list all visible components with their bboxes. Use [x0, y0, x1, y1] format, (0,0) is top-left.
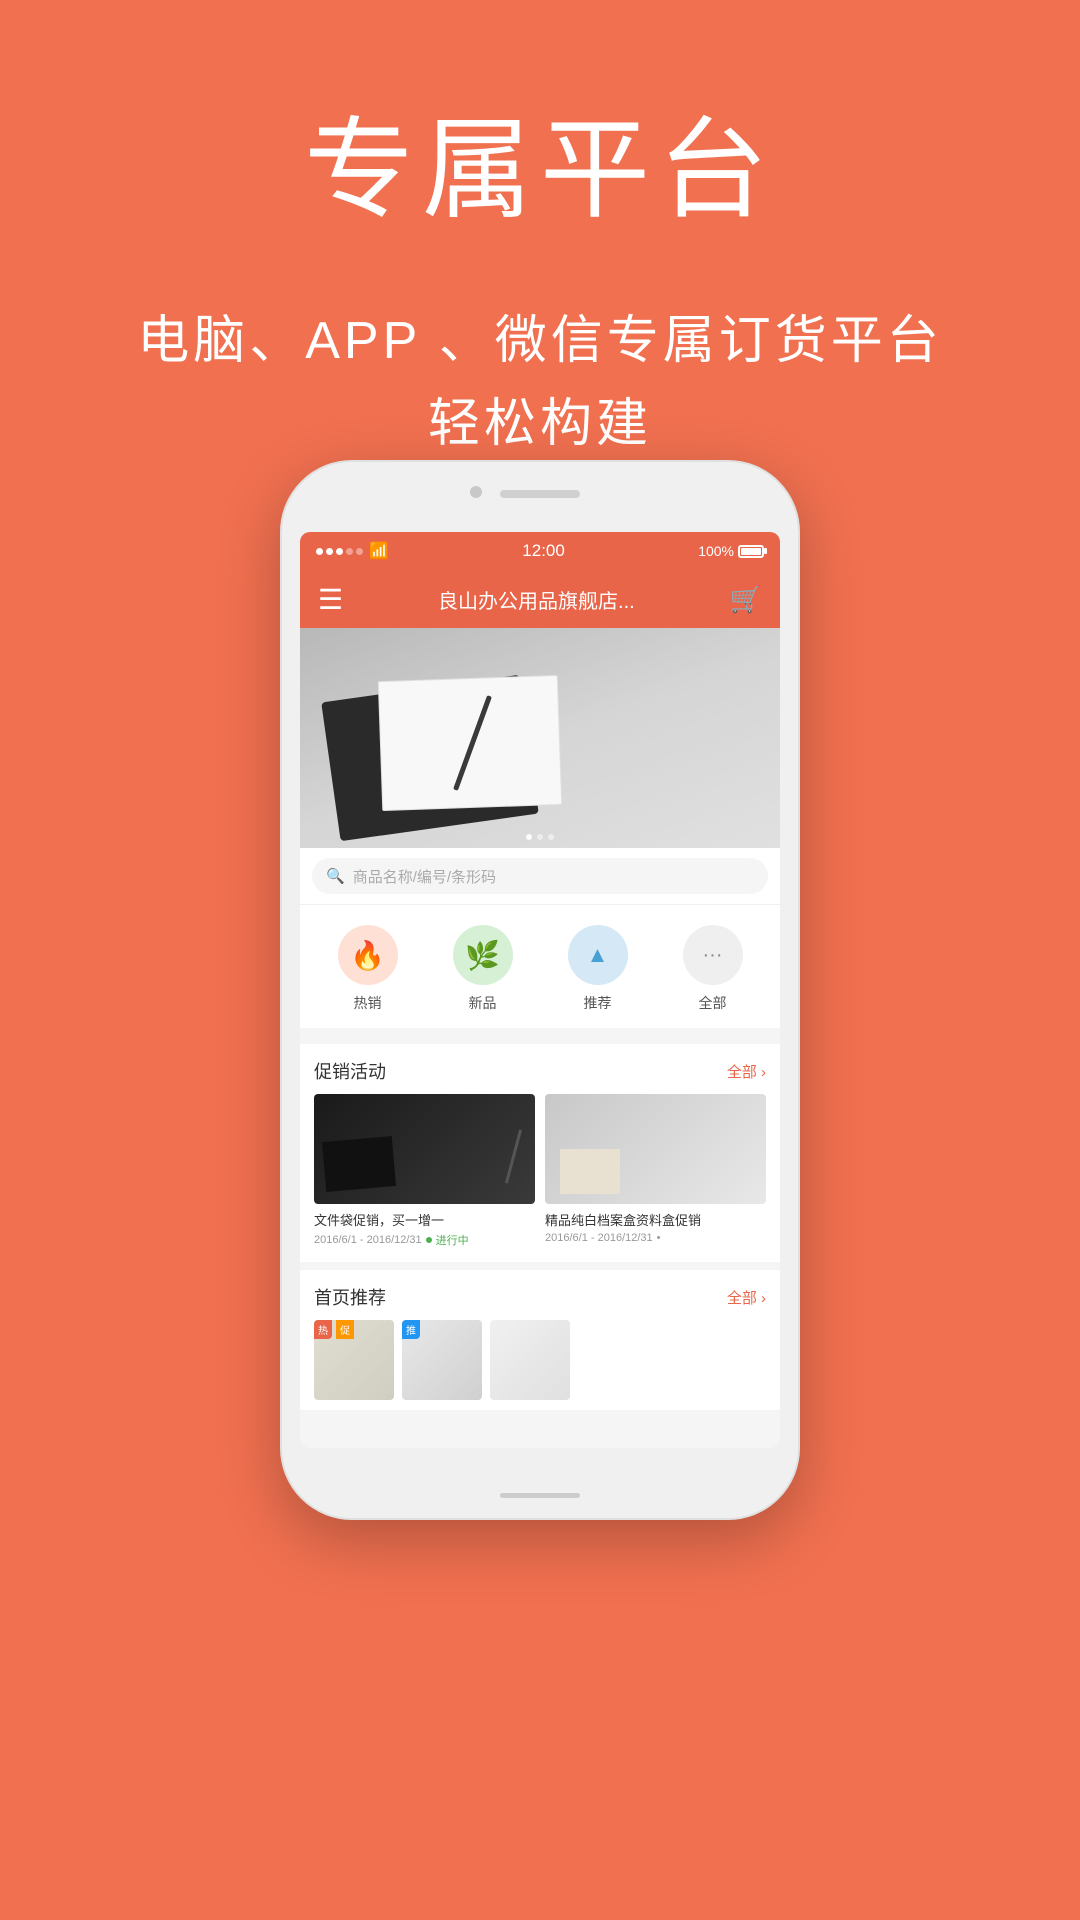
signal-dot-4 — [346, 548, 353, 555]
promotions-header: 促销活动 全部 › — [300, 1044, 780, 1094]
banner-product — [300, 628, 780, 848]
phone-screen: 📶 12:00 100% ☰ 良山办公用品旗舰店... 🛒 — [300, 532, 780, 1448]
signal-dot-3 — [336, 548, 343, 555]
phone-outer: 📶 12:00 100% ☰ 良山办公用品旗舰店... 🛒 — [280, 460, 800, 1520]
cart-icon[interactable]: 🛒 — [730, 584, 762, 615]
promo-item-1[interactable]: 文件袋促销，买一增一 2016/6/1 - 2016/12/31 进行中 — [314, 1094, 535, 1248]
status-right: 100% — [698, 543, 764, 559]
hero-title: 专属平台 — [0, 80, 1080, 240]
category-new[interactable]: 🌿 新品 — [453, 925, 513, 1013]
rec-more[interactable]: 全部 › — [727, 1287, 766, 1308]
rec-item-1[interactable]: 热 促 — [314, 1320, 394, 1400]
signal-dot-2 — [326, 548, 333, 555]
new-label: 新品 — [469, 993, 497, 1013]
promo-item-2[interactable]: 精品纯白档案盒资料盒促销 2016/6/1 - 2016/12/31 • — [545, 1094, 766, 1248]
all-icon-circle: ··· — [683, 925, 743, 985]
recommend-icon: ▲ — [587, 942, 609, 968]
category-recommend[interactable]: ▲ 推荐 — [568, 925, 628, 1013]
category-hot[interactable]: 🔥 热销 — [338, 925, 398, 1013]
hero-subtitle-line1: 电脑、APP 、微信专属订货平台 — [0, 300, 1080, 383]
promotions-title: 促销活动 — [314, 1058, 386, 1084]
signal-dots — [316, 548, 363, 555]
promo-title-1: 文件袋促销，买一增一 — [314, 1210, 535, 1229]
hot-icon-circle: 🔥 — [338, 925, 398, 985]
promo-notebook-mini — [322, 1136, 396, 1192]
phone-camera — [470, 486, 482, 498]
app-navbar: ☰ 良山办公用品旗舰店... 🛒 — [300, 570, 780, 628]
status-left: 📶 — [316, 541, 389, 561]
battery-icon — [738, 545, 764, 558]
promo-folder — [560, 1149, 620, 1194]
search-placeholder: 商品名称/编号/条形码 — [353, 866, 496, 887]
promotions-more[interactable]: 全部 › — [727, 1061, 766, 1082]
recommendations-section: 首页推荐 全部 › 热 促 推 — [300, 1270, 780, 1410]
search-bar[interactable]: 🔍 商品名称/编号/条形码 — [312, 858, 768, 894]
menu-icon[interactable]: ☰ — [318, 583, 343, 616]
banner-dot-1 — [526, 834, 532, 840]
badge-hot: 热 — [314, 1320, 332, 1339]
rec-items-row: 热 促 推 — [300, 1320, 780, 1410]
hot-icon: 🔥 — [350, 939, 385, 972]
home-indicator — [500, 1493, 580, 1498]
badge-promo: 促 — [336, 1320, 354, 1339]
wifi-icon: 📶 — [369, 541, 389, 561]
recommend-icon-circle: ▲ — [568, 925, 628, 985]
banner-dot-3 — [548, 834, 554, 840]
hero-subtitle-line2: 轻松构建 — [0, 383, 1080, 466]
new-icon: 🌿 — [465, 939, 500, 972]
active-dot-1 — [426, 1237, 432, 1243]
banner-dots — [526, 834, 554, 840]
badge-recommend: 推 — [402, 1320, 420, 1339]
rec-title: 首页推荐 — [314, 1284, 386, 1310]
all-label: 全部 — [699, 993, 727, 1013]
search-area: 🔍 商品名称/编号/条形码 — [300, 848, 780, 905]
new-icon-circle: 🌿 — [453, 925, 513, 985]
all-icon: ··· — [703, 944, 723, 967]
phone-speaker — [500, 490, 580, 498]
promo-list: 文件袋促销，买一增一 2016/6/1 - 2016/12/31 进行中 — [300, 1094, 780, 1262]
signal-dot-5 — [356, 548, 363, 555]
rec-header: 首页推荐 全部 › — [300, 1270, 780, 1320]
battery-percent: 100% — [698, 543, 734, 559]
promo-status-2: • — [657, 1232, 661, 1244]
promo-img-1 — [314, 1094, 535, 1204]
rec-item-2[interactable]: 推 — [402, 1320, 482, 1400]
banner[interactable] — [300, 628, 780, 848]
hero-subtitle: 电脑、APP 、微信专属订货平台 轻松构建 — [0, 300, 1080, 466]
promo-pen-mini — [505, 1130, 522, 1184]
phone-mockup: 📶 12:00 100% ☰ 良山办公用品旗舰店... 🛒 — [280, 460, 800, 1520]
promo-date-1: 2016/6/1 - 2016/12/31 — [314, 1234, 422, 1246]
recommend-label: 推荐 — [584, 993, 612, 1013]
hot-label: 热销 — [354, 993, 382, 1013]
store-name: 良山办公用品旗舰店... — [438, 585, 635, 614]
promo-date-2: 2016/6/1 - 2016/12/31 — [545, 1232, 653, 1244]
status-bar: 📶 12:00 100% — [300, 532, 780, 570]
promo-title-2: 精品纯白档案盒资料盒促销 — [545, 1210, 766, 1229]
rec-item-3[interactable] — [490, 1320, 570, 1400]
promo-meta-2: 2016/6/1 - 2016/12/31 • — [545, 1232, 766, 1244]
promo-meta-1: 2016/6/1 - 2016/12/31 进行中 — [314, 1232, 535, 1248]
promotions-section: 促销活动 全部 › 文件袋促销，买一增一 — [300, 1044, 780, 1262]
status-time: 12:00 — [522, 541, 565, 561]
battery-fill — [741, 548, 761, 555]
search-icon: 🔍 — [326, 867, 345, 885]
promo-dark-bg — [314, 1094, 535, 1204]
banner-dot-2 — [537, 834, 543, 840]
category-all[interactable]: ··· 全部 — [683, 925, 743, 1013]
signal-dot-1 — [316, 548, 323, 555]
category-row: 🔥 热销 🌿 新品 ▲ 推荐 — [300, 905, 780, 1036]
promo-light-bg — [545, 1094, 766, 1204]
active-label-1: 进行中 — [436, 1232, 469, 1248]
promo-img-2 — [545, 1094, 766, 1204]
hero-section: 专属平台 电脑、APP 、微信专属订货平台 轻松构建 — [0, 0, 1080, 466]
